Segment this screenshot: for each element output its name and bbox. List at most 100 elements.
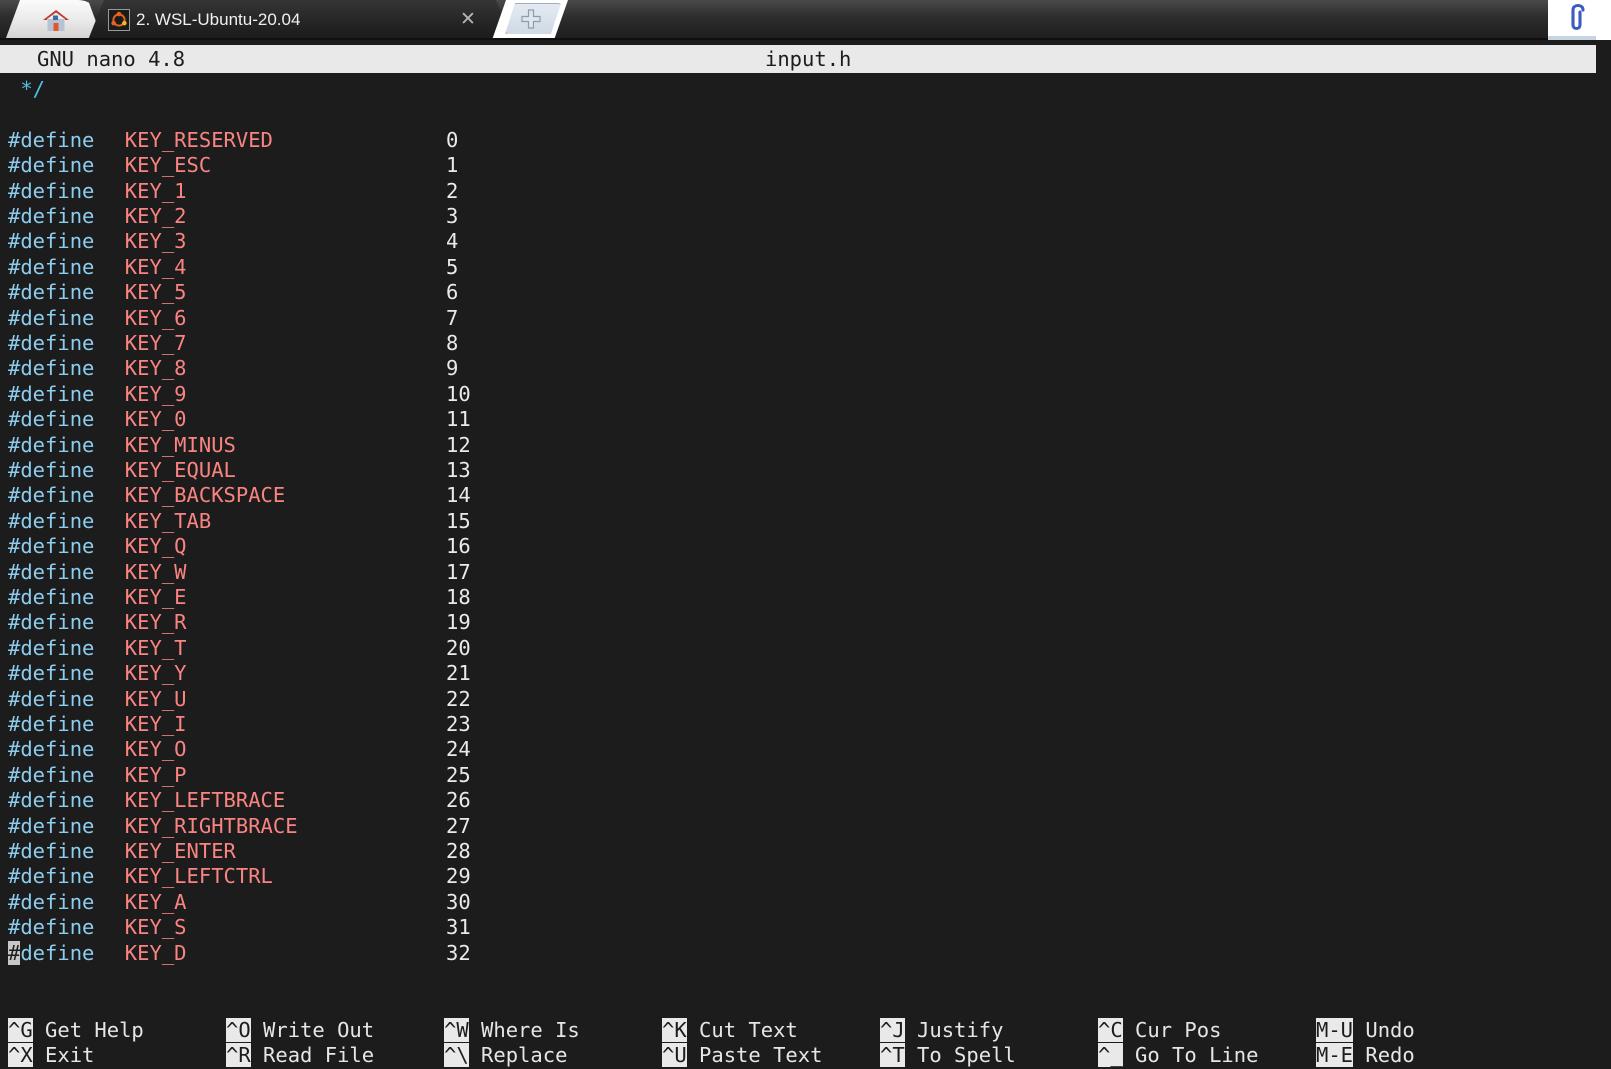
macro-name-token: KEY_4: [124, 254, 187, 279]
shortcut-label: Undo: [1353, 1018, 1415, 1042]
code-line: #define KEY_Y 21: [0, 661, 1596, 686]
nano-text-area[interactable]: */ #define KEY_RESERVED 0 #define KEY_ESC 1 #d…: [0, 73, 1596, 985]
shortcut-item[interactable]: ^O Write Out: [226, 1018, 374, 1043]
paperclip-icon[interactable]: [1560, 2, 1594, 36]
shortcut-item[interactable]: ^J Justify: [880, 1018, 1003, 1043]
macro-value-token: 10: [446, 381, 471, 406]
macro-name-token: KEY_LEFTBRACE: [124, 788, 286, 813]
macro-value-token: 0: [446, 127, 459, 152]
macro-name-token: KEY_RESERVED: [124, 127, 273, 152]
code-line: #define KEY_EQUAL 13: [0, 458, 1596, 483]
shortcut-item[interactable]: ^R Read File: [226, 1043, 374, 1068]
shortcut-item[interactable]: ^_ Go To Line: [1098, 1043, 1258, 1068]
macro-name-token: KEY_Q: [124, 534, 187, 559]
macro-name-token: KEY_T: [124, 635, 187, 660]
macro-value-token: 12: [446, 432, 471, 457]
shortcut-item[interactable]: ^C Cur Pos: [1098, 1018, 1221, 1043]
macro-name-token: KEY_8: [124, 356, 187, 381]
code-line: #define KEY_2 3: [0, 204, 1596, 229]
shortcut-label: Where Is: [468, 1018, 580, 1042]
shortcut-item[interactable]: ^X Exit: [8, 1043, 94, 1068]
macro-value-token: 11: [446, 407, 471, 432]
directive-token: #define: [8, 483, 95, 508]
shortcut-key: ^_: [1098, 1043, 1123, 1068]
tab-title-label: 2. WSL-Ubuntu-20.04: [136, 10, 301, 29]
macro-name-token: KEY_P: [124, 762, 187, 787]
code-line: #define KEY_S 31: [0, 915, 1596, 940]
shortcut-item[interactable]: ^T To Spell: [880, 1043, 1016, 1068]
macro-name-token: KEY_2: [124, 204, 187, 228]
shortcut-item[interactable]: M-E Redo: [1316, 1043, 1415, 1068]
directive-token: #define: [8, 864, 95, 889]
macro-name-token: KEY_7: [124, 331, 187, 355]
shortcut-item[interactable]: M-U Undo: [1316, 1018, 1415, 1043]
shortcut-label: Write Out: [250, 1018, 375, 1042]
shortcut-item[interactable]: ^U Paste Text: [662, 1043, 822, 1068]
macro-value-token: 24: [446, 737, 471, 762]
directive-token: #define: [8, 661, 95, 686]
shortcut-label: Replace: [468, 1043, 568, 1068]
directive-token: #define: [8, 204, 95, 228]
code-line: #define KEY_0 11: [0, 407, 1596, 432]
code-line: #define KEY_T 20: [0, 636, 1596, 661]
directive-token: #define: [8, 559, 95, 584]
home-tab-button[interactable]: [6, 0, 102, 38]
macro-value-token: 13: [446, 458, 471, 482]
code-line: #define KEY_LEFTBRACE 26: [0, 788, 1596, 813]
shortcut-item[interactable]: ^K Cut Text: [662, 1018, 798, 1043]
macro-name-token: KEY_6: [124, 305, 187, 330]
directive-token: #define: [8, 280, 95, 305]
plus-icon: [521, 9, 541, 29]
directive-token: #define: [8, 407, 95, 432]
code-line: #define KEY_RIGHTBRACE 27: [0, 814, 1596, 839]
directive-token: #define: [8, 356, 95, 381]
code-line: */: [0, 77, 1596, 102]
close-icon[interactable]: ✕: [455, 8, 481, 32]
macro-name-token: KEY_1: [124, 178, 187, 203]
macro-value-token: 26: [446, 788, 471, 813]
shortcut-item[interactable]: ^W Where Is: [444, 1018, 580, 1043]
macro-name-token: KEY_ESC: [124, 153, 212, 178]
shortcut-label: To Spell: [904, 1043, 1016, 1068]
code-line: #define KEY_MINUS 12: [0, 433, 1596, 458]
macro-value-token: 14: [446, 483, 471, 508]
comment-token: */: [8, 77, 46, 101]
directive-token: #define: [8, 762, 95, 787]
macro-name-token: KEY_BACKSPACE: [124, 483, 286, 508]
shortcut-key: ^X: [8, 1043, 33, 1068]
terminal-window[interactable]: GNU nano 4.8 input.h */ #define KEY_RESER…: [0, 40, 1611, 1069]
macro-name-token: KEY_Y: [124, 661, 187, 686]
macro-value-token: 28: [446, 839, 471, 863]
directive-token: #define: [8, 940, 95, 965]
code-line: #define KEY_5 6: [0, 280, 1596, 305]
directive-token: #define: [8, 813, 95, 838]
shortcut-key: ^J: [880, 1018, 905, 1042]
home-icon: [43, 10, 69, 31]
shortcut-key: M-E: [1316, 1043, 1354, 1068]
directive-token: #define: [8, 229, 95, 254]
code-line: #define KEY_Q 16: [0, 534, 1596, 559]
directive-token: #define: [8, 381, 95, 406]
macro-value-token: 30: [446, 889, 471, 914]
code-line: #define KEY_ENTER 28: [0, 839, 1596, 864]
directive-token: #define: [8, 686, 95, 711]
macro-name-token: KEY_U: [124, 686, 187, 711]
directive-token: #define: [8, 839, 95, 863]
window-tab-bar: 2. WSL-Ubuntu-20.04 ✕: [0, 0, 1611, 40]
macro-name-token: KEY_ENTER: [124, 839, 236, 863]
shortcut-item[interactable]: ^G Get Help: [8, 1018, 144, 1043]
ubuntu-logo-icon: [108, 9, 130, 31]
shortcut-key: ^\: [444, 1043, 469, 1068]
code-line: #define KEY_E 18: [0, 585, 1596, 610]
directive-token: #define: [8, 534, 95, 559]
directive-token: #define: [8, 458, 95, 482]
macro-value-token: 4: [446, 229, 459, 254]
shortcut-item[interactable]: ^\ Replace: [444, 1043, 567, 1068]
macro-name-token: KEY_MINUS: [124, 432, 236, 457]
code-line: #define KEY_W 17: [0, 560, 1596, 585]
code-line: #define KEY_4 5: [0, 255, 1596, 280]
macro-value-token: 31: [446, 915, 471, 940]
directive-token: #define: [8, 153, 95, 178]
code-line: #define KEY_7 8: [0, 331, 1596, 356]
